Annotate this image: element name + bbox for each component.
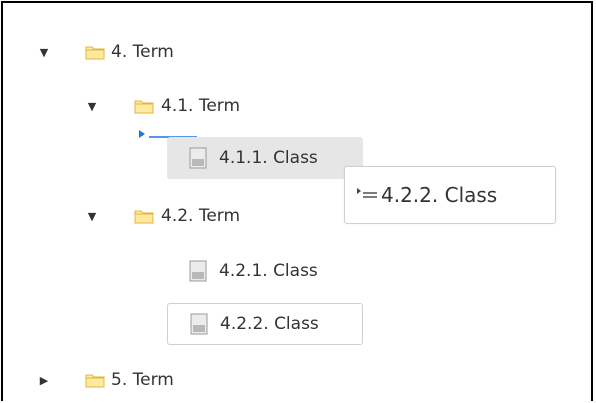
tree-node-class-4-2-1[interactable]: 4.2.1. Class xyxy=(167,250,363,292)
tree-node-label: 5. Term xyxy=(111,370,174,390)
drag-tooltip-label: 4.2.2. Class xyxy=(381,183,498,207)
drag-tooltip: 4.2.2. Class xyxy=(344,166,556,224)
collapse-toggle-icon[interactable]: ▶ xyxy=(37,373,51,387)
tree-node-term-4-1[interactable]: ▼ 4.1. Term xyxy=(85,89,240,123)
folder-icon xyxy=(85,46,105,60)
tree-node-class-4-2-2[interactable]: 4.2.2. Class xyxy=(167,303,363,345)
folder-icon xyxy=(85,374,105,388)
drag-node-icon xyxy=(357,188,377,198)
folder-icon xyxy=(134,100,154,114)
tree-node-label: 4. Term xyxy=(111,42,174,62)
expand-toggle-icon[interactable]: ▼ xyxy=(85,209,99,223)
tree-node-term-4[interactable]: ▼ 4. Term xyxy=(37,35,174,69)
tree-node-term-4-2[interactable]: ▼ 4.2. Term xyxy=(85,199,240,233)
document-icon xyxy=(190,313,208,335)
tree-node-label: 4.2.2. Class xyxy=(220,314,319,334)
expand-toggle-icon[interactable]: ▼ xyxy=(85,99,99,113)
tree-node-label: 4.2. Term xyxy=(161,206,241,226)
tree-node-term-5[interactable]: ▶ 5. Term xyxy=(37,363,174,397)
document-icon xyxy=(189,260,207,282)
document-icon xyxy=(189,147,207,169)
expand-toggle-icon[interactable]: ▼ xyxy=(37,45,51,59)
folder-icon xyxy=(134,210,154,224)
tree-node-label: 4.1.1. Class xyxy=(219,148,318,168)
tree-node-class-4-1-1[interactable]: 4.1.1. Class xyxy=(167,137,363,179)
tree-node-label: 4.2.1. Class xyxy=(219,261,318,281)
tree-node-label: 4.1. Term xyxy=(161,96,241,116)
